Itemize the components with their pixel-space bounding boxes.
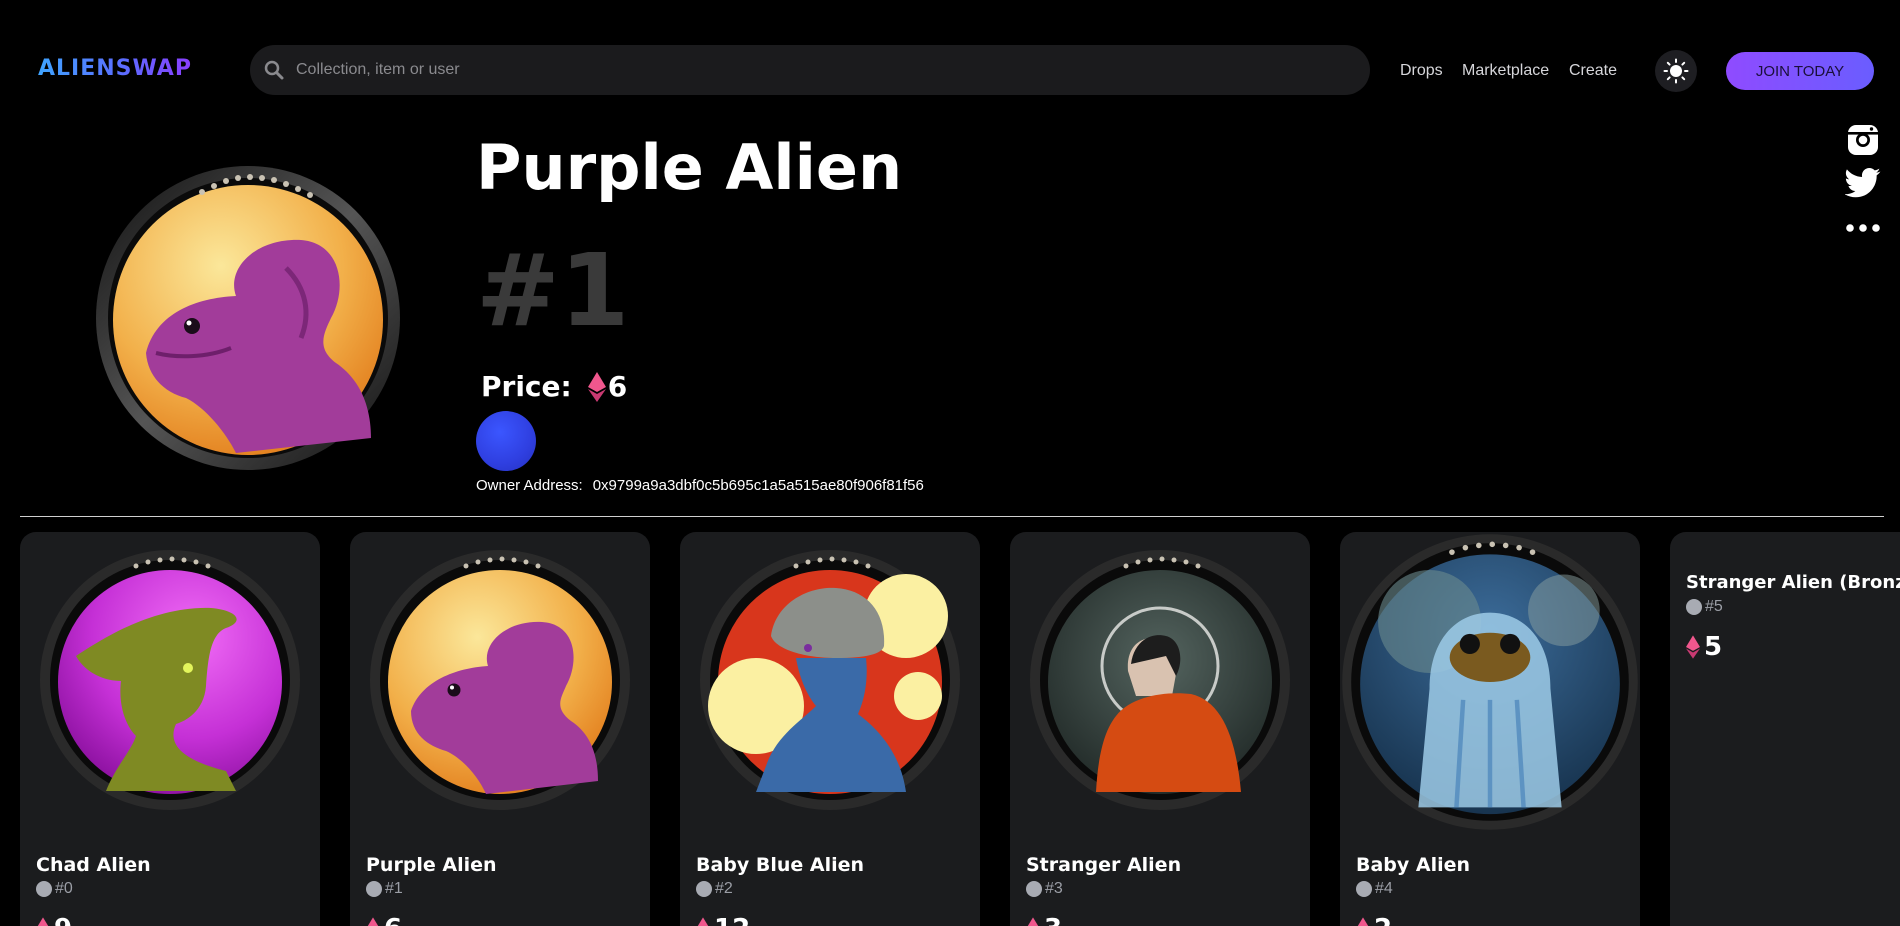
instagram-icon [1848, 125, 1878, 155]
twitter-link[interactable] [1845, 165, 1881, 201]
card-name: Purple Alien [366, 854, 497, 876]
purple-alien-art [370, 550, 630, 810]
collection-dot-icon [366, 881, 382, 897]
nft-card[interactable]: Purple Alien #1 6 [350, 532, 650, 926]
owner-address-value[interactable]: 0x9799a9a3dbf0c5b695c1a5a515ae80f906f81f… [593, 477, 924, 494]
twitter-icon [1845, 168, 1881, 198]
card-price-value: 9 [54, 914, 72, 926]
card-id: #5 [1686, 598, 1723, 616]
price-label: Price: [481, 370, 572, 403]
search-input[interactable] [296, 61, 1296, 79]
owner-avatar[interactable] [476, 411, 536, 471]
nft-card[interactable]: Baby Blue Alien #2 12 [680, 532, 980, 926]
card-price-value: 2 [1374, 914, 1392, 926]
card-price: 3 [1026, 914, 1062, 926]
card-id: #3 [1026, 880, 1063, 898]
search-bar[interactable] [250, 45, 1370, 95]
price-value: 6 [607, 370, 628, 403]
collection-dot-icon [1356, 881, 1372, 897]
price-row: Price: 6 [481, 370, 627, 403]
card-id-value: #4 [1375, 880, 1393, 897]
card-name: Stranger Alien (Bronze) [1686, 572, 1900, 593]
nav-drops[interactable]: Drops [1400, 62, 1443, 80]
nft-card[interactable]: Stranger Alien (Bronze) #5 5 [1670, 532, 1900, 926]
ethereum-icon [37, 917, 49, 926]
site-header: ALIENSWAP Drops Marketplace Create JOIN … [0, 0, 1900, 140]
nft-card[interactable]: Baby Alien #4 2 [1340, 532, 1640, 926]
ethereum-icon [587, 371, 606, 402]
instagram-link[interactable] [1845, 122, 1881, 158]
nft-card[interactable]: Chad Alien #0 9 [20, 532, 320, 926]
collection-dot-icon [1686, 599, 1702, 615]
nav-create[interactable]: Create [1569, 62, 1617, 80]
card-id: #0 [36, 880, 73, 898]
card-name: Baby Alien [1356, 854, 1471, 876]
ethereum-icon [1357, 917, 1369, 926]
card-id-value: #0 [55, 880, 73, 897]
card-price: 12 [696, 914, 750, 926]
hero-nft-image [86, 148, 410, 472]
card-name: Stranger Alien [1026, 854, 1182, 876]
owner-address-label: Owner Address: [476, 477, 583, 494]
ethereum-icon [1027, 917, 1039, 926]
collection-dot-icon [1026, 881, 1042, 897]
collection-dot-icon [36, 881, 52, 897]
owner-address-row: Owner Address: 0x9799a9a3dbf0c5b695c1a5a… [476, 477, 924, 494]
card-price-value: 5 [1704, 632, 1723, 662]
sun-icon [1663, 58, 1689, 84]
join-today-button[interactable]: JOIN TODAY [1726, 52, 1874, 90]
chad-alien-art [40, 550, 300, 810]
more-options-button[interactable] [1845, 210, 1881, 246]
card-id-value: #3 [1045, 880, 1063, 897]
card-id: #4 [1356, 880, 1393, 898]
card-price: 5 [1686, 632, 1722, 662]
nav-marketplace[interactable]: Marketplace [1462, 62, 1549, 80]
stranger-alien-art [1030, 550, 1290, 810]
token-number: #1 [476, 232, 630, 349]
card-price-value: 6 [384, 914, 402, 926]
card-price: 9 [36, 914, 72, 926]
ethereum-icon [367, 917, 379, 926]
card-price: 6 [366, 914, 402, 926]
section-divider [20, 516, 1884, 517]
card-name: Baby Blue Alien [696, 854, 865, 876]
nft-title: Purple Alien [476, 131, 903, 204]
card-price-value: 12 [714, 914, 750, 926]
theme-toggle-button[interactable] [1655, 50, 1697, 92]
ethereum-icon [1686, 635, 1700, 659]
nft-card[interactable]: Stranger Alien #3 3 [1010, 532, 1310, 926]
card-id-value: #1 [385, 880, 403, 897]
site-logo[interactable]: ALIENSWAP [38, 56, 192, 81]
card-price-value: 3 [1044, 914, 1062, 926]
purple-alien-art [96, 166, 400, 470]
card-price: 2 [1356, 914, 1392, 926]
more-icon [1846, 224, 1880, 232]
search-icon [264, 60, 284, 80]
card-id-value: #5 [1705, 598, 1723, 615]
card-id-value: #2 [715, 880, 733, 897]
baby-alien-art [1342, 534, 1638, 830]
card-id: #2 [696, 880, 733, 898]
collection-dot-icon [696, 881, 712, 897]
card-name: Chad Alien [36, 854, 151, 876]
baby-blue-alien-art [700, 550, 960, 810]
card-id: #1 [366, 880, 403, 898]
ethereum-icon [697, 917, 709, 926]
